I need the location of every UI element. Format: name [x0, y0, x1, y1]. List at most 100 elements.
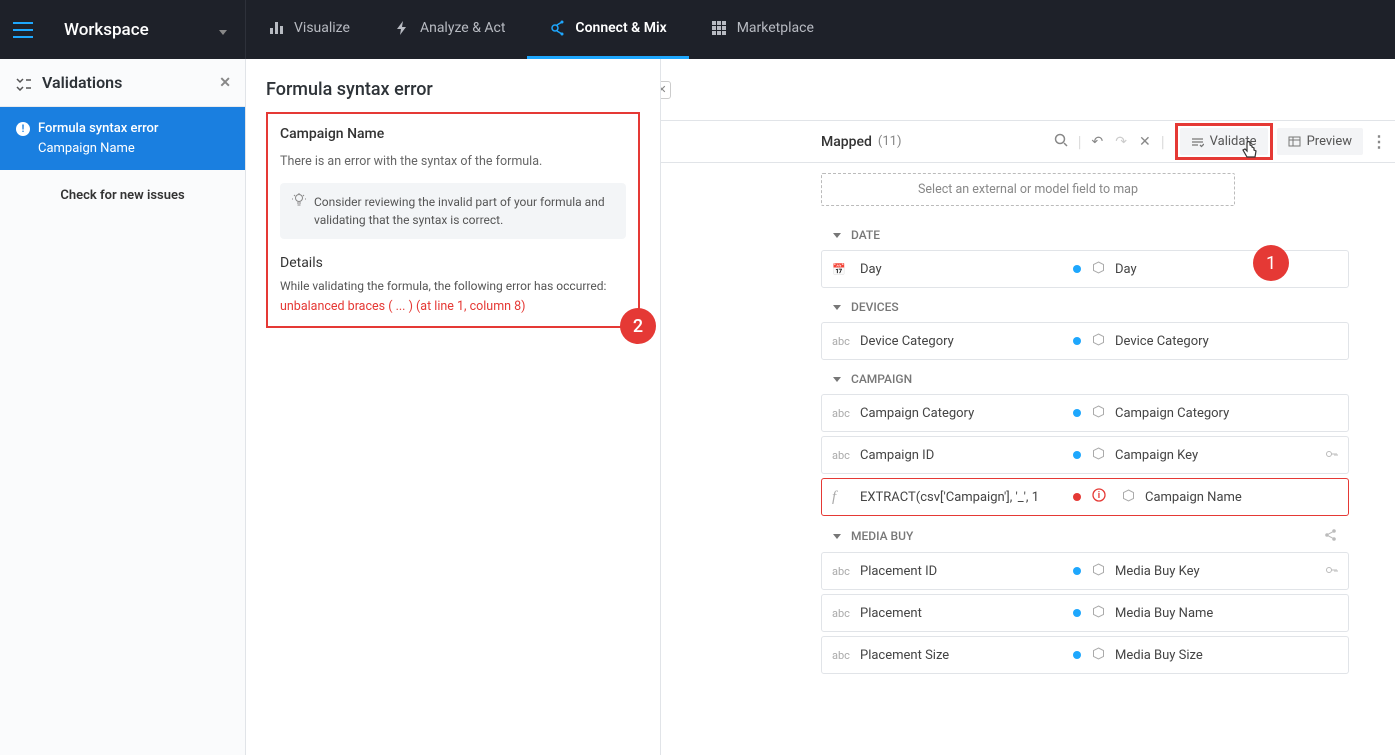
- mapping-toolbar: Mapped (11) | ↶ ↷ ✕ | Validate Preview ⋮: [661, 121, 1395, 163]
- redo-icon[interactable]: ↷: [1109, 130, 1133, 154]
- chevron-down-icon: [833, 534, 841, 539]
- detail-field-name: Campaign Name: [280, 126, 626, 142]
- model-icon: [1092, 261, 1105, 278]
- top-bar: Workspace Visualize Analyze & Act Connec…: [0, 0, 1395, 59]
- mapped-title: Mapped: [821, 134, 872, 150]
- hint-text: Consider reviewing the invalid part of y…: [314, 193, 614, 229]
- tab-connect[interactable]: Connect & Mix: [527, 0, 688, 59]
- source-field: Placement ID: [860, 564, 937, 579]
- group-label: DEVICES: [851, 300, 899, 314]
- bolt-icon: [394, 20, 410, 36]
- workspace-selector[interactable]: Workspace: [46, 0, 246, 59]
- hamburger-icon[interactable]: [0, 0, 46, 59]
- map-dot-icon: [1073, 265, 1081, 273]
- validations-sidebar: Validations ✕ ! Formula syntax error Cam…: [0, 59, 246, 755]
- tab-marketplace[interactable]: Marketplace: [689, 0, 836, 59]
- key-icon: [1325, 447, 1338, 464]
- tab-label: Marketplace: [737, 20, 814, 36]
- nav-tabs: Visualize Analyze & Act Connect & Mix Ma…: [246, 0, 836, 59]
- tab-analyze[interactable]: Analyze & Act: [372, 0, 527, 59]
- field-row[interactable]: abcPlacement Media Buy Name: [821, 594, 1349, 632]
- group-label: MEDIA BUY: [851, 529, 913, 543]
- validate-button-highlight: Validate: [1175, 123, 1273, 160]
- sidebar-header: Validations ✕: [0, 59, 245, 107]
- validate-label: Validate: [1210, 134, 1257, 149]
- formula-icon: f: [832, 489, 850, 506]
- tab-label: Visualize: [294, 20, 350, 36]
- share-icon[interactable]: [1324, 528, 1337, 544]
- chevron-down-icon: [833, 305, 841, 310]
- workspace-label: Workspace: [64, 20, 149, 40]
- target-field: Media Buy Key: [1115, 564, 1200, 579]
- chip-bar: ✕: [661, 59, 1395, 121]
- search-icon[interactable]: [1048, 129, 1074, 155]
- model-icon: [1092, 333, 1105, 350]
- svg-text:!: !: [22, 124, 25, 135]
- target-field: Campaign Key: [1115, 448, 1198, 463]
- source-field: Campaign ID: [860, 448, 934, 463]
- text-type-icon: abc: [832, 607, 850, 620]
- map-dot-icon: [1073, 451, 1081, 459]
- bar-chart-icon: [268, 20, 284, 36]
- info-error-icon: i: [1092, 488, 1106, 506]
- model-icon: [1092, 405, 1105, 422]
- map-dot-icon: [1073, 409, 1081, 417]
- field-row[interactable]: abcCampaign Category Campaign Category: [821, 394, 1349, 432]
- select-field-hint[interactable]: Select an external or model field to map: [821, 173, 1235, 206]
- source-field: Device Category: [860, 334, 954, 349]
- calendar-icon: 📅: [832, 263, 850, 276]
- target-field: Campaign Category: [1115, 406, 1229, 421]
- text-type-icon: abc: [832, 565, 850, 578]
- map-dot-icon: [1073, 609, 1081, 617]
- target-field: Device Category: [1115, 334, 1209, 349]
- field-row-error[interactable]: fEXTRACT(csv['Campaign'], '_', 1 iCampai…: [821, 478, 1349, 516]
- model-icon: [1092, 605, 1105, 622]
- text-type-icon: abc: [832, 335, 850, 348]
- mapped-count: (11): [878, 134, 902, 149]
- clear-icon[interactable]: ✕: [1133, 130, 1157, 154]
- callout-badge-2: 2: [620, 308, 656, 344]
- source-field: Day: [860, 262, 882, 277]
- validation-title: Formula syntax error: [38, 119, 158, 139]
- error-detail-box: Campaign Name There is an error with the…: [266, 112, 640, 328]
- mapping-area: ✕ Mapped (11) | ↶ ↷ ✕ | Validate Preview…: [661, 59, 1395, 755]
- error-icon: !: [16, 122, 30, 136]
- key-icon: [1325, 563, 1338, 580]
- source-field: Placement Size: [860, 648, 949, 663]
- target-field: Campaign Name: [1145, 490, 1242, 505]
- validation-subtitle: Campaign Name: [16, 139, 229, 159]
- validation-item[interactable]: ! Formula syntax error Campaign Name: [0, 107, 245, 170]
- target-field: Media Buy Size: [1115, 648, 1203, 663]
- preview-button[interactable]: Preview: [1277, 128, 1363, 155]
- tab-label: Connect & Mix: [575, 20, 666, 36]
- field-row[interactable]: abc Campaign ID Campaign Key: [821, 436, 1349, 474]
- validate-icon: [1191, 135, 1204, 148]
- model-icon: [1092, 447, 1105, 464]
- model-icon: [1092, 647, 1105, 664]
- error-detail-panel: Formula syntax error Campaign Name There…: [246, 59, 661, 755]
- group-devices[interactable]: DEVICES: [821, 292, 1349, 322]
- map-dot-icon: [1073, 651, 1081, 659]
- error-message-text: unbalanced braces ( ... ) (at line 1, co…: [280, 299, 626, 314]
- undo-icon[interactable]: ↶: [1086, 130, 1110, 154]
- more-icon[interactable]: ⋮: [1363, 128, 1395, 155]
- field-row[interactable]: abc Placement ID Media Buy Key: [821, 552, 1349, 590]
- check-new-issues-button[interactable]: Check for new issues: [0, 170, 245, 221]
- detail-heading: Formula syntax error: [266, 79, 640, 100]
- detail-description: There is an error with the syntax of the…: [280, 154, 626, 169]
- grid-icon: [711, 20, 727, 36]
- target-field: Day: [1115, 262, 1137, 277]
- text-type-icon: abc: [832, 449, 850, 462]
- group-campaign[interactable]: CAMPAIGN: [821, 364, 1349, 394]
- preview-icon: [1288, 135, 1301, 148]
- field-row[interactable]: abc Placement Size Media Buy Size: [821, 636, 1349, 674]
- tab-visualize[interactable]: Visualize: [246, 0, 372, 59]
- detail-hint: Consider reviewing the invalid part of y…: [280, 183, 626, 239]
- text-type-icon: abc: [832, 649, 850, 662]
- validate-button[interactable]: Validate: [1180, 128, 1268, 155]
- close-icon[interactable]: ✕: [219, 75, 231, 91]
- details-section: Details While validating the formula, th…: [280, 255, 626, 314]
- field-row[interactable]: abc Device Category Device Category: [821, 322, 1349, 360]
- chevron-down-icon: [833, 377, 841, 382]
- group-mediabuy[interactable]: MEDIA BUY: [821, 520, 1349, 552]
